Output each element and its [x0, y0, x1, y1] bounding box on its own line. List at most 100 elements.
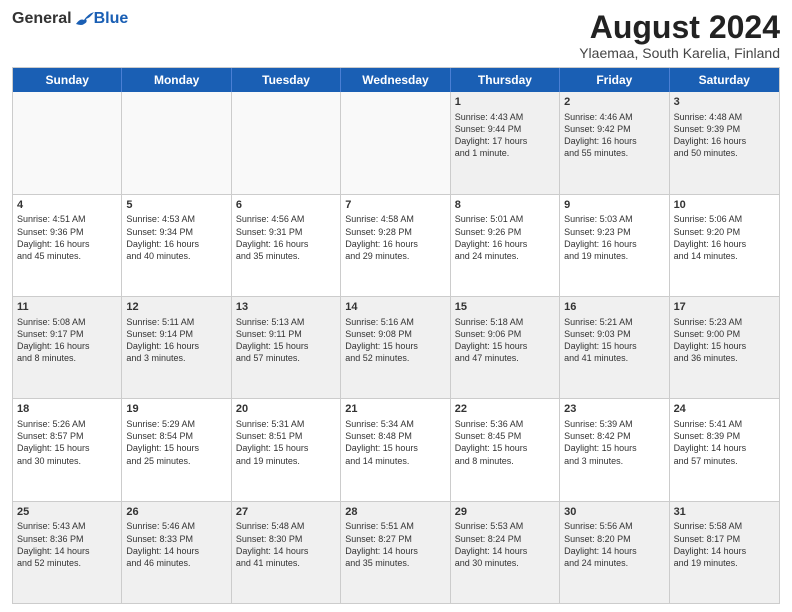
calendar-cell-4-1: 26Sunrise: 5:46 AMSunset: 8:33 PMDayligh… [122, 502, 231, 603]
cell-line: Sunrise: 4:53 AM [126, 213, 226, 225]
cell-line: Daylight: 14 hours [126, 545, 226, 557]
cell-line: and 8 minutes. [17, 352, 117, 364]
cell-line: and 8 minutes. [455, 455, 555, 467]
cell-line: Daylight: 15 hours [564, 442, 664, 454]
cell-line: Daylight: 14 hours [345, 545, 445, 557]
cell-line: Daylight: 15 hours [17, 442, 117, 454]
cell-line: Daylight: 16 hours [345, 238, 445, 250]
cell-line: Sunrise: 5:11 AM [126, 316, 226, 328]
calendar-cell-2-4: 15Sunrise: 5:18 AMSunset: 9:06 PMDayligh… [451, 297, 560, 398]
cell-line: and 19 minutes. [236, 455, 336, 467]
cell-line: Sunset: 9:08 PM [345, 328, 445, 340]
cell-line: Sunrise: 4:46 AM [564, 111, 664, 123]
calendar-cell-0-2 [232, 92, 341, 193]
day-number: 28 [345, 505, 445, 520]
cell-line: Sunrise: 5:06 AM [674, 213, 775, 225]
calendar-cell-4-0: 25Sunrise: 5:43 AMSunset: 8:36 PMDayligh… [13, 502, 122, 603]
cell-line: and 52 minutes. [345, 352, 445, 364]
cell-line: and 46 minutes. [126, 557, 226, 569]
logo-general-text: General [12, 10, 72, 28]
header-tuesday: Tuesday [232, 68, 341, 92]
cell-line: Sunrise: 5:16 AM [345, 316, 445, 328]
cell-line: Daylight: 15 hours [236, 442, 336, 454]
cell-line: Sunset: 9:20 PM [674, 226, 775, 238]
calendar-cell-2-5: 16Sunrise: 5:21 AMSunset: 9:03 PMDayligh… [560, 297, 669, 398]
cell-line: and 30 minutes. [17, 455, 117, 467]
cell-line: Sunset: 9:39 PM [674, 123, 775, 135]
day-number: 14 [345, 300, 445, 315]
day-number: 3 [674, 95, 775, 110]
cell-line: and 3 minutes. [126, 352, 226, 364]
cell-line: and 50 minutes. [674, 147, 775, 159]
calendar-cell-0-4: 1Sunrise: 4:43 AMSunset: 9:44 PMDaylight… [451, 92, 560, 193]
cell-line: Daylight: 16 hours [17, 340, 117, 352]
calendar-cell-1-1: 5Sunrise: 4:53 AMSunset: 9:34 PMDaylight… [122, 195, 231, 296]
cell-line: Sunrise: 5:01 AM [455, 213, 555, 225]
calendar-cell-1-4: 8Sunrise: 5:01 AMSunset: 9:26 PMDaylight… [451, 195, 560, 296]
cell-line: and 40 minutes. [126, 250, 226, 262]
calendar-cell-4-6: 31Sunrise: 5:58 AMSunset: 8:17 PMDayligh… [670, 502, 779, 603]
calendar-row-0: 1Sunrise: 4:43 AMSunset: 9:44 PMDaylight… [13, 92, 779, 194]
cell-line: Sunset: 8:30 PM [236, 533, 336, 545]
cell-line: Daylight: 14 hours [564, 545, 664, 557]
calendar-cell-3-2: 20Sunrise: 5:31 AMSunset: 8:51 PMDayligh… [232, 399, 341, 500]
calendar-cell-0-1 [122, 92, 231, 193]
header-thursday: Thursday [451, 68, 560, 92]
cell-line: Daylight: 14 hours [236, 545, 336, 557]
cell-line: and 47 minutes. [455, 352, 555, 364]
cell-line: and 3 minutes. [564, 455, 664, 467]
calendar-cell-0-3 [341, 92, 450, 193]
calendar: Sunday Monday Tuesday Wednesday Thursday… [12, 67, 780, 604]
cell-line: Sunset: 8:51 PM [236, 430, 336, 442]
cell-line: Daylight: 16 hours [126, 340, 226, 352]
cell-line: Sunset: 8:20 PM [564, 533, 664, 545]
cell-line: Daylight: 16 hours [236, 238, 336, 250]
day-number: 31 [674, 505, 775, 520]
cell-line: Sunrise: 5:03 AM [564, 213, 664, 225]
cell-line: and 24 minutes. [455, 250, 555, 262]
header: General Blue August 2024 Ylaemaa, South … [12, 10, 780, 61]
calendar-cell-2-2: 13Sunrise: 5:13 AMSunset: 9:11 PMDayligh… [232, 297, 341, 398]
calendar-cell-4-2: 27Sunrise: 5:48 AMSunset: 8:30 PMDayligh… [232, 502, 341, 603]
calendar-cell-1-6: 10Sunrise: 5:06 AMSunset: 9:20 PMDayligh… [670, 195, 779, 296]
cell-line: Sunrise: 5:08 AM [17, 316, 117, 328]
cell-line: Daylight: 14 hours [17, 545, 117, 557]
cell-line: and 52 minutes. [17, 557, 117, 569]
cell-line: Sunrise: 5:58 AM [674, 520, 775, 532]
cell-line: Sunrise: 5:56 AM [564, 520, 664, 532]
cell-line: and 25 minutes. [126, 455, 226, 467]
day-number: 21 [345, 402, 445, 417]
day-number: 5 [126, 198, 226, 213]
header-sunday: Sunday [13, 68, 122, 92]
cell-line: Sunset: 9:44 PM [455, 123, 555, 135]
calendar-row-4: 25Sunrise: 5:43 AMSunset: 8:36 PMDayligh… [13, 502, 779, 603]
cell-line: and 36 minutes. [674, 352, 775, 364]
cell-line: Daylight: 15 hours [126, 442, 226, 454]
cell-line: Sunset: 9:03 PM [564, 328, 664, 340]
day-number: 17 [674, 300, 775, 315]
cell-line: Sunrise: 5:51 AM [345, 520, 445, 532]
day-number: 8 [455, 198, 555, 213]
day-number: 24 [674, 402, 775, 417]
day-number: 26 [126, 505, 226, 520]
logo-blue-text: Blue [94, 10, 129, 28]
cell-line: Sunrise: 5:46 AM [126, 520, 226, 532]
cell-line: Daylight: 14 hours [674, 545, 775, 557]
cell-line: Sunset: 8:24 PM [455, 533, 555, 545]
calendar-row-3: 18Sunrise: 5:26 AMSunset: 8:57 PMDayligh… [13, 399, 779, 501]
day-number: 13 [236, 300, 336, 315]
cell-line: Sunset: 9:11 PM [236, 328, 336, 340]
title-block: August 2024 Ylaemaa, South Karelia, Finl… [579, 10, 780, 61]
cell-line: Sunset: 9:34 PM [126, 226, 226, 238]
calendar-cell-1-0: 4Sunrise: 4:51 AMSunset: 9:36 PMDaylight… [13, 195, 122, 296]
calendar-row-2: 11Sunrise: 5:08 AMSunset: 9:17 PMDayligh… [13, 297, 779, 399]
cell-line: and 41 minutes. [236, 557, 336, 569]
cell-line: Sunset: 9:00 PM [674, 328, 775, 340]
cell-line: Sunrise: 5:31 AM [236, 418, 336, 430]
cell-line: Daylight: 15 hours [345, 442, 445, 454]
header-monday: Monday [122, 68, 231, 92]
cell-line: Sunset: 8:42 PM [564, 430, 664, 442]
cell-line: Sunrise: 5:21 AM [564, 316, 664, 328]
cell-line: and 35 minutes. [345, 557, 445, 569]
cell-line: and 24 minutes. [564, 557, 664, 569]
